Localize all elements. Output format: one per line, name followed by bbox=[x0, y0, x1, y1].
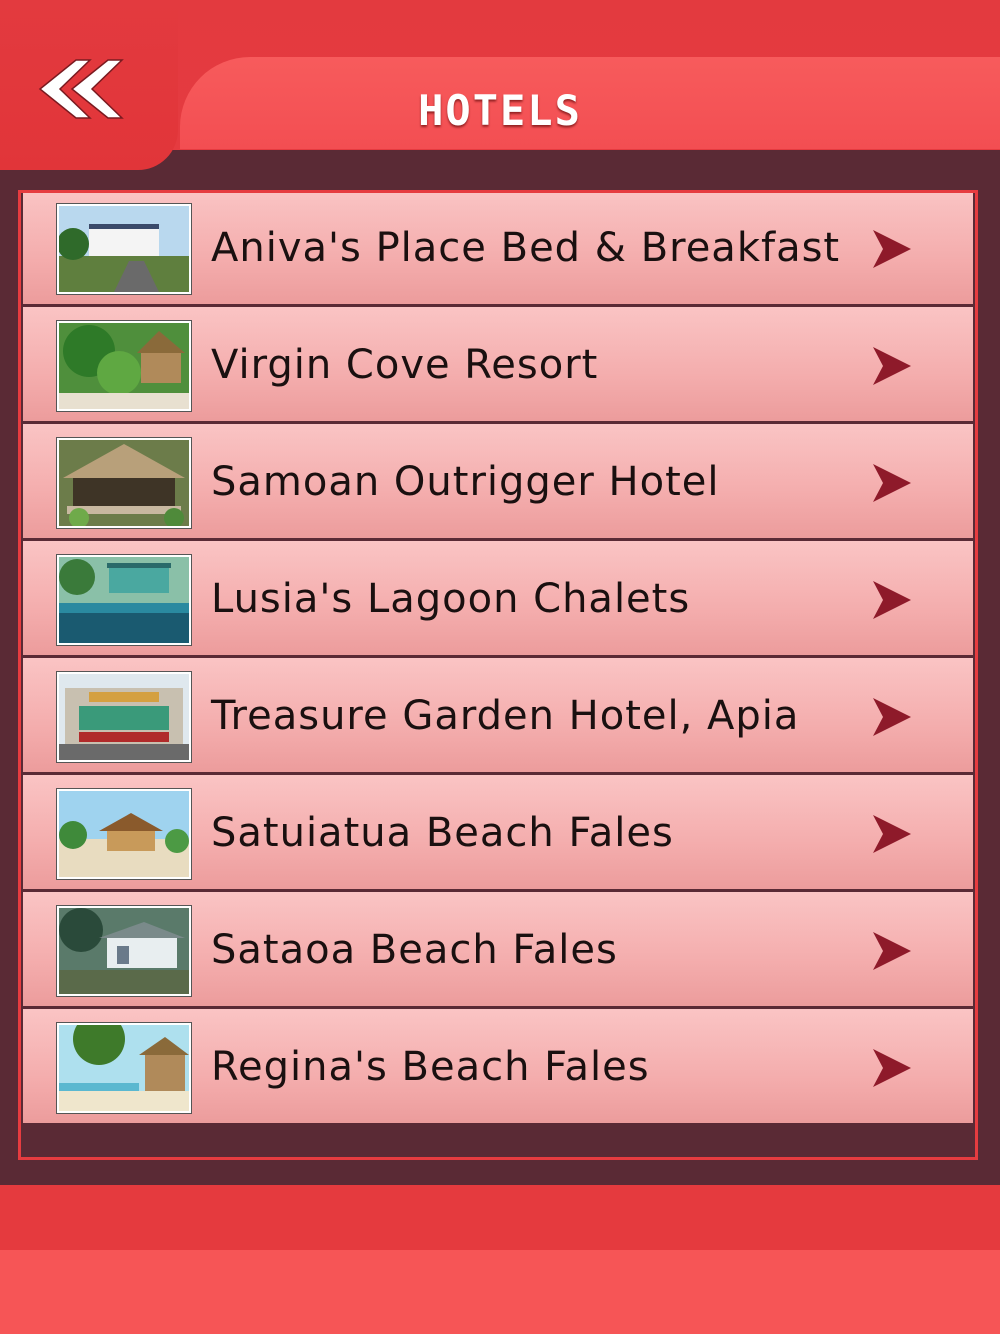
chevron-right-icon bbox=[871, 345, 913, 387]
hotel-name: Virgin Cove Resort bbox=[211, 342, 599, 388]
hotel-thumbnail bbox=[57, 906, 191, 996]
chevron-right-icon bbox=[871, 696, 913, 738]
hotel-name: Samoan Outrigger Hotel bbox=[211, 459, 720, 505]
hotel-list-items: Vaiala Beach Fales, TafatafaAniva's Plac… bbox=[23, 193, 973, 1126]
chevron-right-icon bbox=[871, 228, 913, 270]
hotel-row[interactable]: Virgin Cove Resort bbox=[23, 307, 973, 424]
hotel-row[interactable]: Aniva's Place Bed & Breakfast bbox=[23, 193, 973, 307]
hotel-list[interactable]: Vaiala Beach Fales, TafatafaAniva's Plac… bbox=[18, 190, 978, 1160]
hotel-name: Satuiatua Beach Fales bbox=[211, 810, 674, 856]
hotel-row[interactable]: Treasure Garden Hotel, Apia bbox=[23, 658, 973, 775]
hotel-row[interactable]: Samoan Outrigger Hotel bbox=[23, 424, 973, 541]
hotel-thumbnail bbox=[57, 204, 191, 294]
hotel-name: Treasure Garden Hotel, Apia bbox=[211, 693, 800, 739]
chevron-right-icon bbox=[871, 1047, 913, 1089]
hotel-thumbnail bbox=[57, 555, 191, 645]
hotel-thumbnail bbox=[57, 438, 191, 528]
chevron-right-icon bbox=[871, 930, 913, 972]
hotel-name: Regina's Beach Fales bbox=[211, 1044, 650, 1090]
hotel-thumbnail bbox=[57, 789, 191, 879]
double-chevron-left-icon bbox=[38, 59, 124, 119]
chevron-right-icon bbox=[871, 813, 913, 855]
hotel-thumbnail bbox=[57, 321, 191, 411]
back-button[interactable] bbox=[36, 58, 126, 120]
footer-bar bbox=[0, 1185, 1000, 1250]
chevron-right-icon bbox=[871, 579, 913, 621]
hotel-row[interactable]: Sataoa Beach Fales bbox=[23, 892, 973, 1009]
hotel-thumbnail bbox=[57, 672, 191, 762]
hotel-row[interactable]: Satuiatua Beach Fales bbox=[23, 775, 973, 892]
hotel-row[interactable]: Lusia's Lagoon Chalets bbox=[23, 541, 973, 658]
hotel-name: Sataoa Beach Fales bbox=[211, 927, 618, 973]
chevron-right-icon bbox=[871, 462, 913, 504]
hotel-thumbnail bbox=[57, 1023, 191, 1113]
hotel-name: Aniva's Place Bed & Breakfast bbox=[211, 225, 841, 271]
hotel-row[interactable]: Regina's Beach Fales bbox=[23, 1009, 973, 1126]
footer-strip bbox=[0, 1250, 1000, 1334]
hotel-name: Lusia's Lagoon Chalets bbox=[211, 576, 691, 622]
